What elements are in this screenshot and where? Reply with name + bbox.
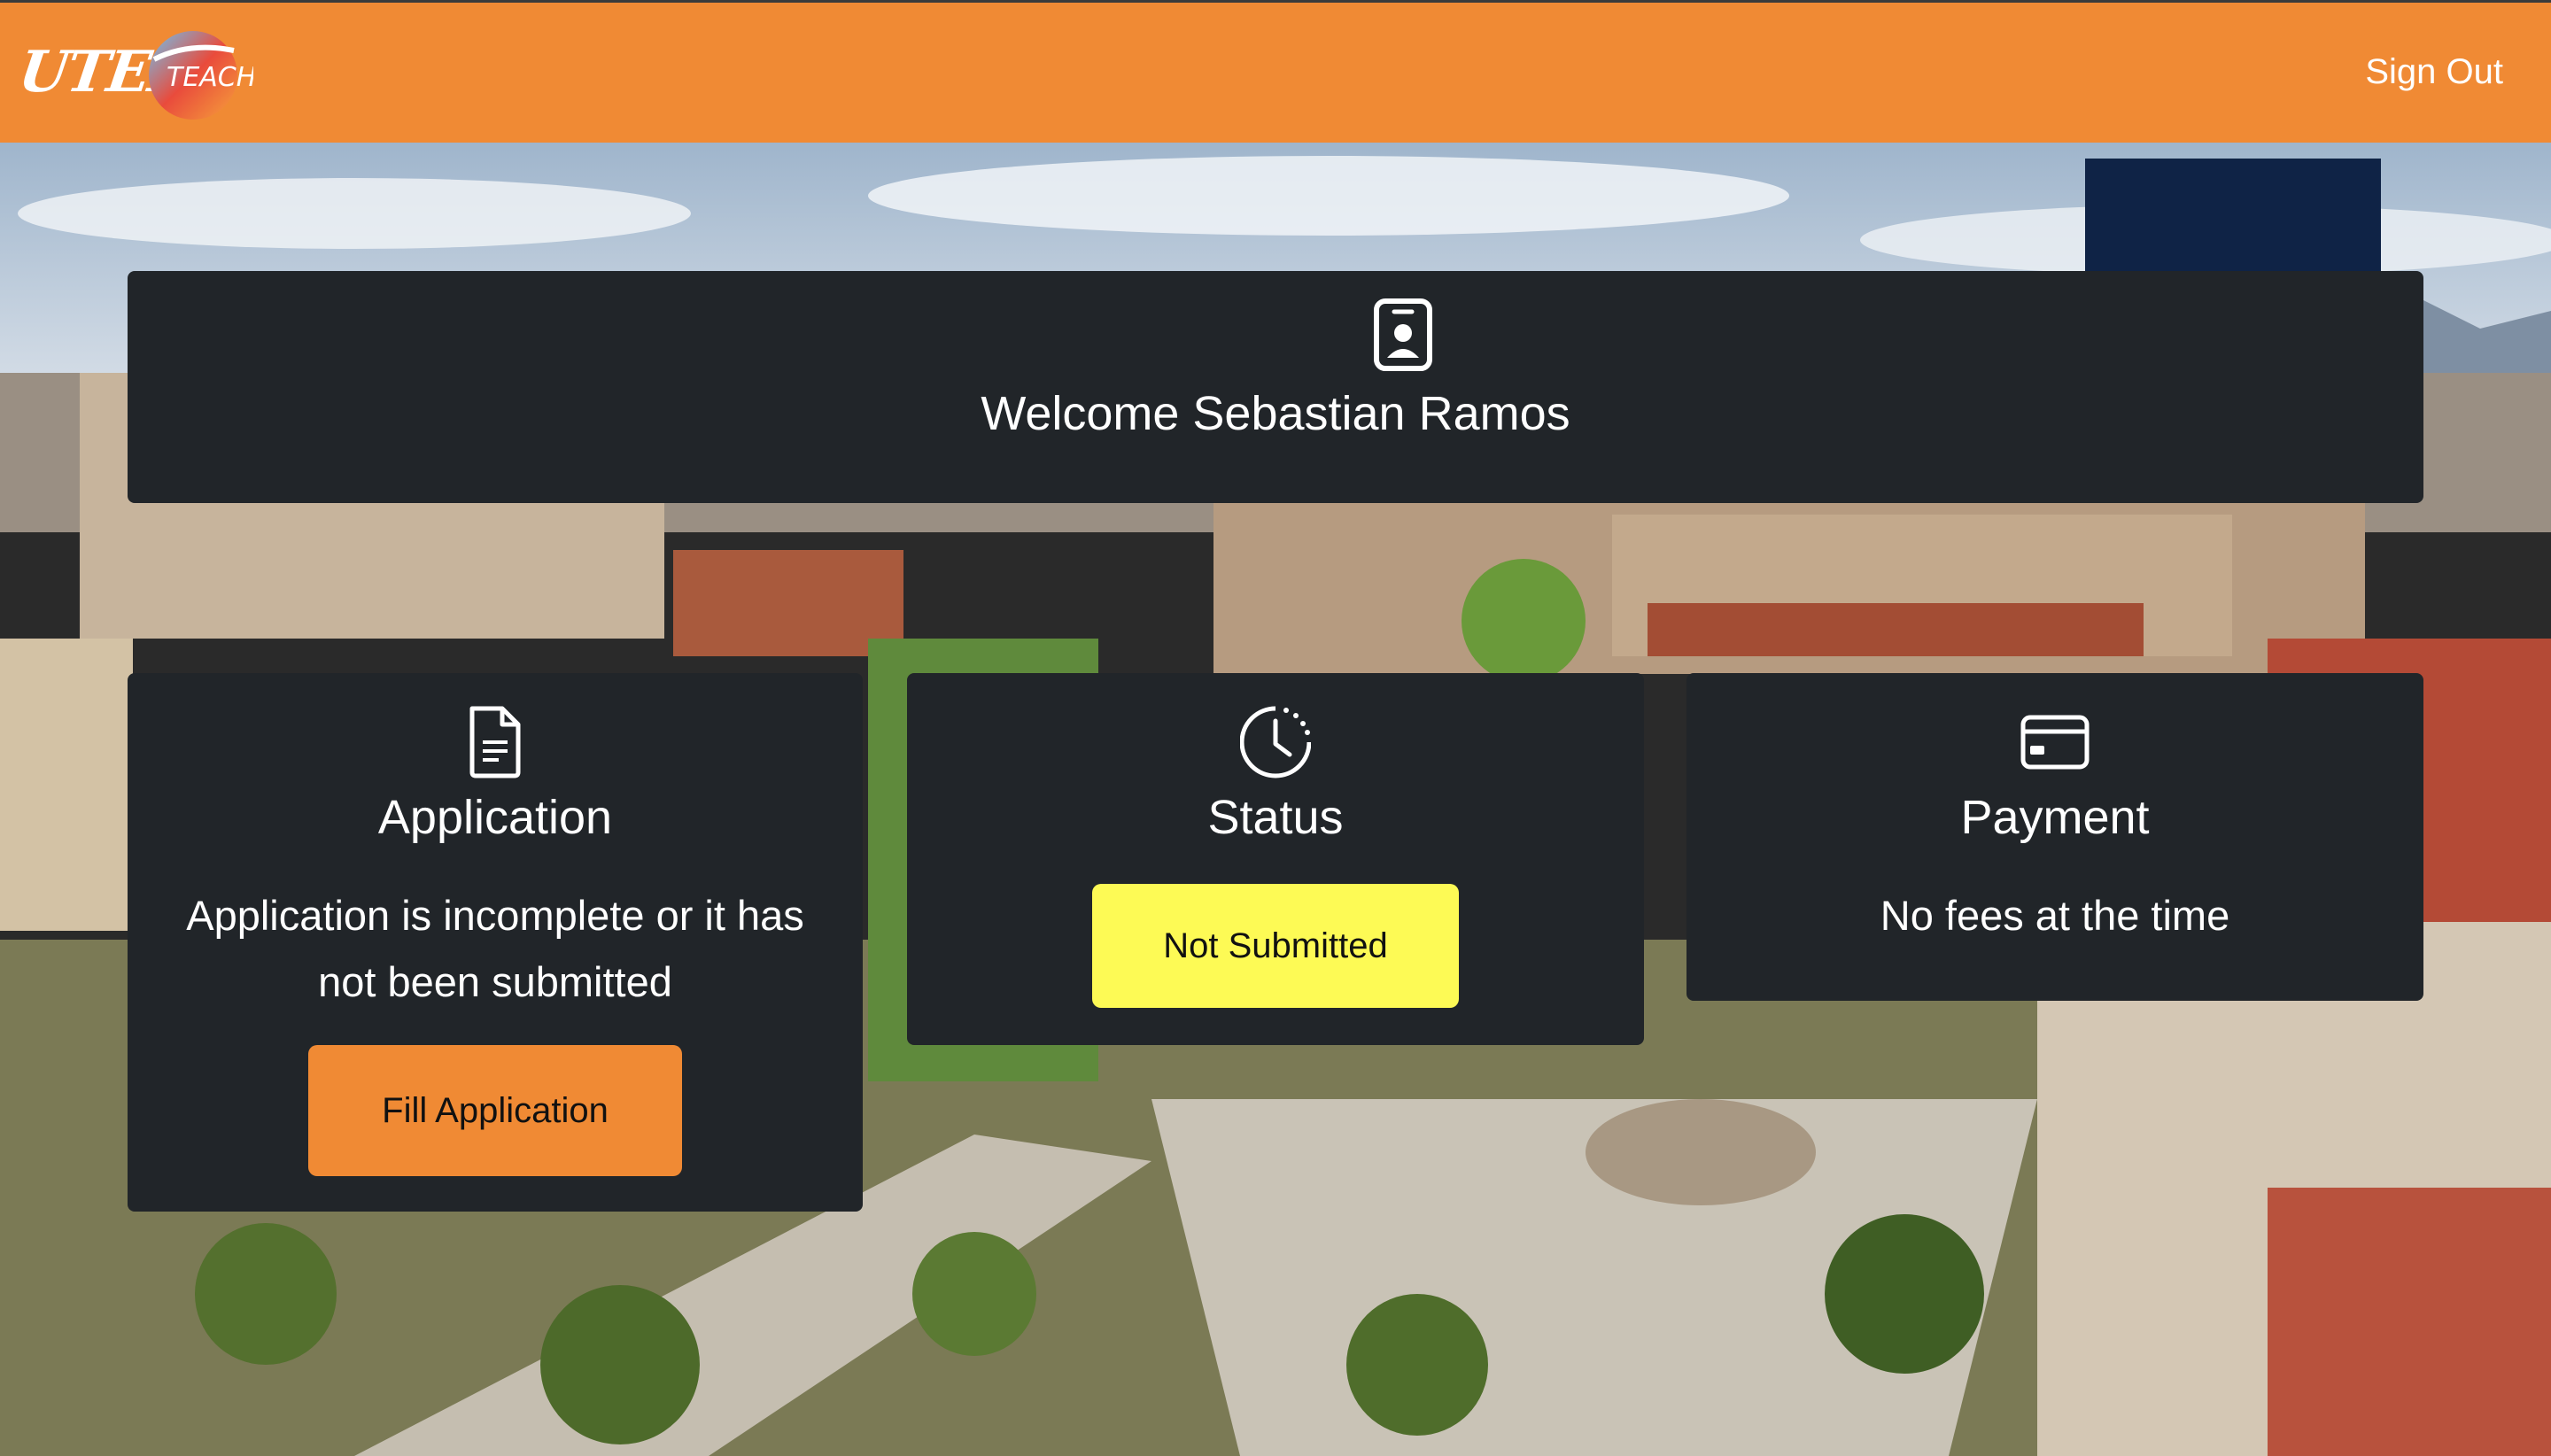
application-card: Application Application is incomplete or… [128,673,863,1212]
svg-text:TEACH: TEACH [167,62,253,93]
teach-logo[interactable]: TEACH [136,24,253,121]
status-badge: Not Submitted [1092,884,1459,1008]
fill-application-button[interactable]: Fill Application [308,1045,682,1176]
payment-status-text: No fees at the time [1880,892,2230,939]
payment-card: Payment No fees at the time [1686,673,2423,1001]
welcome-title: Welcome Sebastian Ramos [981,387,1570,440]
status-card: Status Not Submitted [907,673,1644,1045]
status-title: Status [1207,791,1344,844]
application-title: Application [377,791,613,844]
welcome-card: Welcome Sebastian Ramos [128,271,2423,503]
document-icon [469,706,521,778]
application-status-text: Application is incomplete or it has not … [186,892,804,1005]
utep-logo[interactable]: UTEP [13,29,195,116]
top-navbar: UTEP TEACH Sign Out [0,0,2551,143]
clock-icon [1240,706,1311,778]
payment-title: Payment [1960,791,2150,844]
sign-out-link[interactable]: Sign Out [2365,52,2503,92]
person-badge-icon [1374,298,1432,371]
credit-card-icon [2020,715,2090,770]
